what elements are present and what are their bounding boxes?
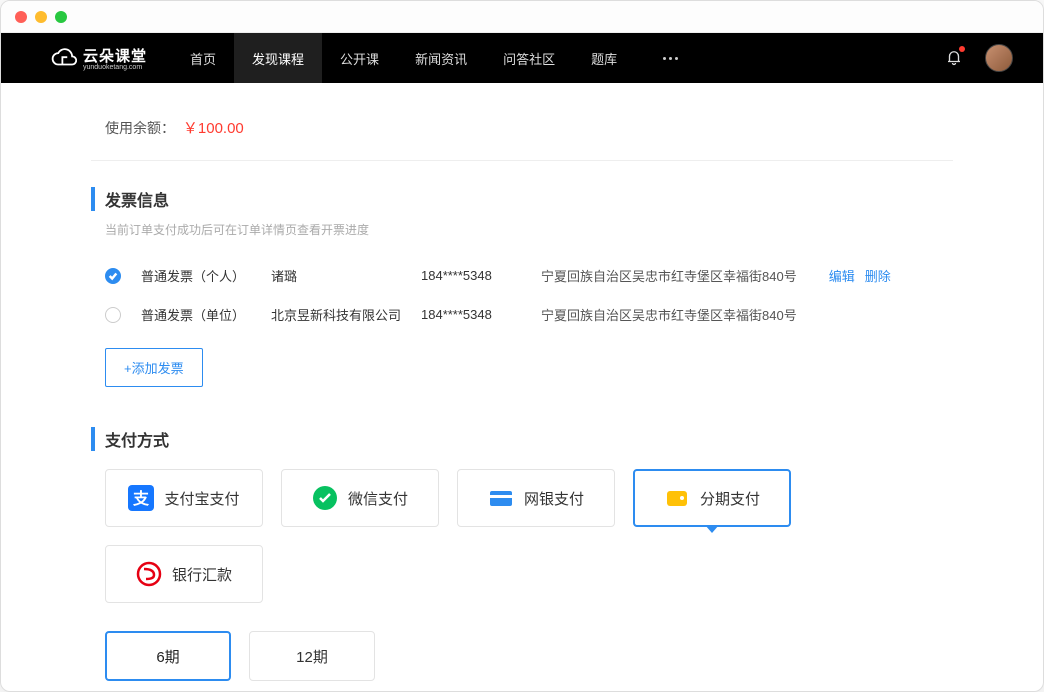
alipay-icon: 支 <box>128 485 154 511</box>
brand-sub: yunduoketang.com <box>83 64 147 71</box>
invoice-section-subtitle: 当前订单支付成功后可在订单详情页查看开票进度 <box>105 221 953 238</box>
nav-item-public[interactable]: 公开课 <box>322 33 397 83</box>
bank-remit-icon <box>136 561 162 587</box>
notification-dot <box>959 46 965 52</box>
period-6[interactable]: 6期 <box>105 631 231 681</box>
wallet-icon <box>664 485 690 511</box>
pay-label: 分期支付 <box>700 488 760 509</box>
invoice-section-title: 发票信息 <box>91 187 953 211</box>
nav-item-bank[interactable]: 题库 <box>573 33 635 83</box>
payment-methods: 支 支付宝支付 微信支付 网银支付 <box>105 469 953 603</box>
add-invoice-button[interactable]: +添加发票 <box>105 348 203 387</box>
invoice-phone: 184****5348 <box>421 307 521 322</box>
radio-checked-icon[interactable] <box>105 268 121 284</box>
invoice-type: 普通发票（个人） <box>141 266 251 285</box>
invoice-address: 宁夏回族自治区吴忠市红寺堡区幸福街840号 <box>541 266 797 285</box>
top-nav: 云朵课堂 yunduoketang.com 首页 发现课程 公开课 新闻资讯 问… <box>1 33 1043 83</box>
balance-label: 使用余额： <box>105 120 175 136</box>
invoice-row-personal[interactable]: 普通发票（个人） 诸璐 184****5348 宁夏回族自治区吴忠市红寺堡区幸福… <box>91 256 953 295</box>
invoice-phone: 184****5348 <box>421 268 521 283</box>
notification-bell[interactable] <box>945 48 963 69</box>
pay-label: 网银支付 <box>524 488 584 509</box>
window-close-button[interactable] <box>15 11 27 23</box>
period-12[interactable]: 12期 <box>249 631 375 681</box>
pay-installment[interactable]: 分期支付 <box>633 469 791 527</box>
invoice-address: 宁夏回族自治区吴忠市红寺堡区幸福街840号 <box>541 305 797 324</box>
invoice-delete-link[interactable]: 删除 <box>865 266 891 285</box>
radio-unchecked-icon[interactable] <box>105 307 121 323</box>
window-minimize-button[interactable] <box>35 11 47 23</box>
pay-label: 银行汇款 <box>172 564 232 585</box>
nav-items: 首页 发现课程 公开课 新闻资讯 问答社区 题库 <box>172 33 697 83</box>
svg-text:支: 支 <box>132 489 150 508</box>
nav-item-discover[interactable]: 发现课程 <box>234 33 322 83</box>
invoice-row-company[interactable]: 普通发票（单位） 北京昱新科技有限公司 184****5348 宁夏回族自治区吴… <box>91 295 953 334</box>
installment-periods: 6期 12期 <box>105 631 953 681</box>
window-titlebar <box>1 1 1043 33</box>
bank-card-icon <box>488 485 514 511</box>
user-avatar[interactable] <box>985 44 1013 72</box>
pay-alipay[interactable]: 支 支付宝支付 <box>105 469 263 527</box>
invoice-type: 普通发票（单位） <box>141 305 251 324</box>
nav-item-home[interactable]: 首页 <box>172 33 234 83</box>
invoice-edit-link[interactable]: 编辑 <box>829 266 855 285</box>
nav-more-button[interactable] <box>635 33 697 83</box>
balance-value: ￥100.00 <box>183 120 244 137</box>
pay-wechat[interactable]: 微信支付 <box>281 469 439 527</box>
cloud-icon <box>51 48 77 68</box>
balance-row: 使用余额： ￥100.00 <box>91 113 953 161</box>
pay-remit[interactable]: 银行汇款 <box>105 545 263 603</box>
wechat-icon <box>312 485 338 511</box>
brand-logo[interactable]: 云朵课堂 yunduoketang.com <box>51 45 147 71</box>
pay-netbank[interactable]: 网银支付 <box>457 469 615 527</box>
invoice-name: 诸璐 <box>271 266 401 285</box>
pay-label: 支付宝支付 <box>164 488 239 509</box>
payment-section-title: 支付方式 <box>91 427 953 451</box>
pay-label: 微信支付 <box>348 488 408 509</box>
invoice-name: 北京昱新科技有限公司 <box>271 305 401 324</box>
brand-name: 云朵课堂 <box>83 45 147 66</box>
nav-item-news[interactable]: 新闻资讯 <box>397 33 485 83</box>
window-maximize-button[interactable] <box>55 11 67 23</box>
nav-item-qa[interactable]: 问答社区 <box>485 33 573 83</box>
